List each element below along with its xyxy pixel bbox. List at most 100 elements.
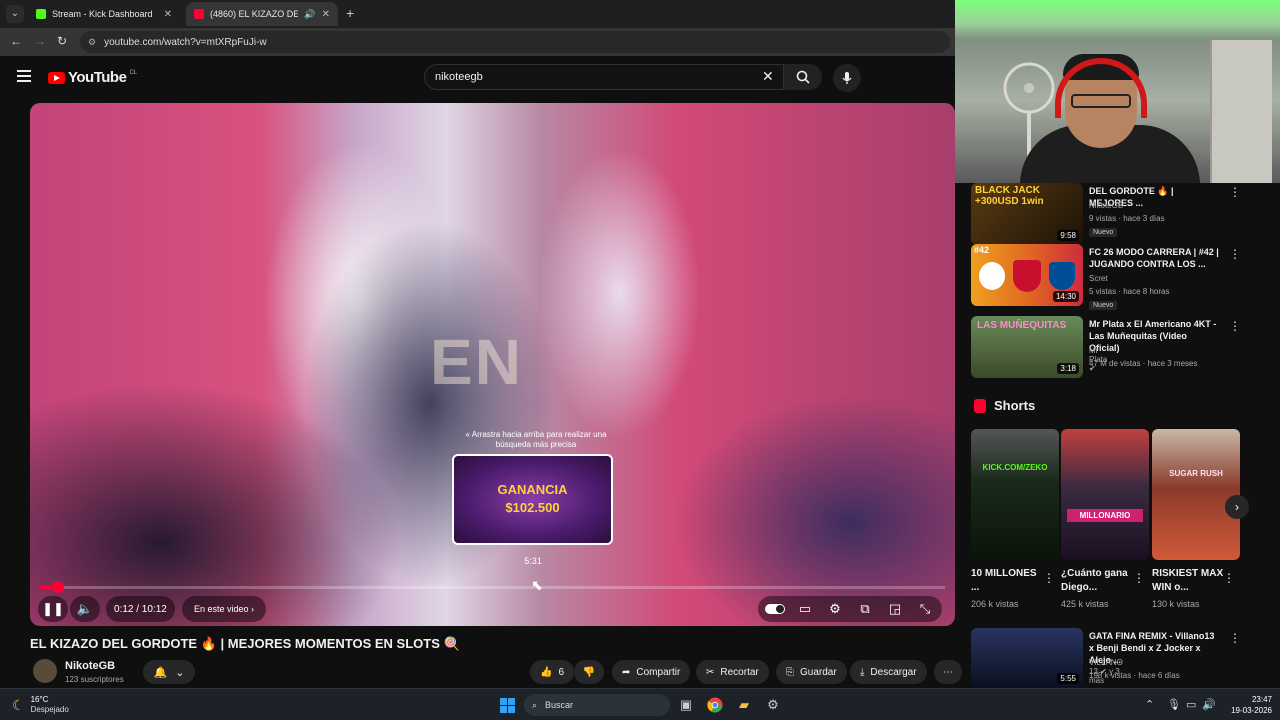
player-right-controls: ▭ ⚙ ⧉ ◲ ⤡	[758, 596, 942, 622]
mute-button[interactable]: 🔈	[70, 596, 100, 622]
video-thumbnail[interactable]: LAS MUÑEQUITAS 3:18	[971, 316, 1083, 378]
tab-youtube-video[interactable]: (4860) EL KIZAZO DEL GORDOTE 🔊 ✕	[186, 2, 338, 26]
more-vertical-icon[interactable]: ⋮	[1229, 631, 1241, 645]
more-vertical-icon[interactable]: ⋮	[1229, 185, 1241, 199]
close-icon[interactable]: ✕	[322, 9, 330, 20]
chevron-up-icon[interactable]: ⌃	[1145, 698, 1154, 711]
shorts-section-header: Shorts	[974, 398, 1035, 413]
tab-search-button[interactable]: ⌄	[6, 5, 24, 23]
seek-preview-thumbnail: GANANCIA $102.500	[452, 454, 613, 545]
chapters-button[interactable]: En este video ›	[182, 596, 267, 622]
search-button[interactable]	[784, 64, 822, 90]
like-button[interactable]: 👍 6	[530, 660, 575, 684]
dislike-button[interactable]: 👎	[574, 660, 604, 684]
settings-icon[interactable]: ⚙	[820, 601, 850, 617]
time-label: 0:12 / 10:12	[114, 603, 167, 615]
task-view-icon[interactable]: ▣	[676, 695, 696, 715]
thumbnail-text: BLACK JACK +300USD 1win	[975, 185, 1044, 207]
channel-avatar[interactable]	[33, 659, 57, 683]
video-duration: 5:55	[1057, 673, 1079, 684]
play-pause-button[interactable]: ❚❚	[38, 596, 68, 622]
video-title[interactable]: FC 26 MODO CARRERA | #42 | JUGANDO CONTR…	[1089, 246, 1219, 270]
search-input[interactable]: nikoteegb	[424, 64, 784, 90]
seek-preview-time: 5:31	[524, 556, 542, 566]
menu-icon[interactable]	[17, 70, 31, 82]
video-duration: 14:30	[1052, 291, 1079, 302]
progress-scrubber[interactable]	[52, 581, 65, 593]
more-horizontal-icon: ⋯	[943, 666, 953, 678]
short-title[interactable]: ¿Cuánto gana Diego...	[1061, 567, 1136, 595]
video-thumbnail[interactable]: #42 14:30	[971, 244, 1083, 306]
short-title[interactable]: RISKIEST MAX WIN o...	[1152, 567, 1227, 595]
site-info-icon[interactable]: ⚙	[88, 37, 96, 48]
back-icon[interactable]: ←	[10, 34, 22, 48]
youtube-play-icon	[48, 71, 65, 84]
short-thumbnail-text: MILLONARIO	[1067, 509, 1143, 522]
pause-icon: ❚❚	[42, 601, 64, 616]
cast-icon[interactable]: ◲	[880, 601, 910, 617]
short-title[interactable]: 10 MILLONES ...	[971, 567, 1046, 595]
short-thumbnail[interactable]: KICK.COM/ZEKO	[971, 429, 1059, 560]
video-title: EL KIZAZO DEL GORDOTE 🔥 | MEJORES MOMENT…	[30, 636, 460, 651]
video-meta: 198 k vistas · hace 6 días	[1089, 671, 1180, 680]
download-button[interactable]: ⤓ Descargar	[850, 660, 927, 684]
volume-icon[interactable]: 🔊	[1202, 698, 1216, 711]
video-thumbnail[interactable]: BLACK JACK +300USD 1win 9:58	[971, 183, 1083, 245]
seek-hint: « Arrastra hacia arriba para realizar un…	[465, 430, 607, 449]
progress-bar[interactable]	[40, 581, 945, 593]
voice-search-button[interactable]	[833, 64, 861, 92]
thumbs-down-icon: 👎	[582, 666, 596, 678]
youtube-logo[interactable]: YouTube CL	[48, 69, 137, 86]
channel-name[interactable]: NikoteGB	[1089, 201, 1123, 210]
clear-search-icon[interactable]: ✕	[762, 68, 774, 85]
new-tab-button[interactable]: +	[346, 5, 354, 21]
short-views: 425 k vistas	[1061, 599, 1109, 609]
microphone-icon	[842, 72, 852, 84]
short-thumbnail[interactable]: MILLONARIO	[1061, 429, 1149, 560]
autoplay-toggle[interactable]	[765, 604, 785, 614]
miniplayer-icon[interactable]: ⧉	[850, 601, 880, 617]
video-player[interactable]: EN « Arrastra hacia arriba para realizar…	[30, 103, 955, 626]
start-button[interactable]	[497, 695, 517, 715]
clip-button[interactable]: ✂ Recortar	[696, 660, 769, 684]
save-button[interactable]: ⎘ Guardar	[776, 660, 847, 684]
notifications-button[interactable]: 🔔 ⌄	[143, 660, 195, 684]
channel-name[interactable]: NikoteGB	[65, 660, 115, 672]
video-title[interactable]: Mr Plata x El Americano 4KT - Las Muñequ…	[1089, 318, 1219, 354]
app-icon[interactable]: ⚙	[763, 695, 783, 715]
speaker-icon[interactable]: 🔊	[304, 9, 315, 20]
system-clock[interactable]: 23:47 19-03-2026	[1226, 694, 1272, 716]
reload-icon[interactable]: ↻	[57, 34, 67, 48]
file-explorer-icon[interactable]: ▰	[734, 695, 754, 715]
more-actions-button[interactable]: ⋯	[934, 660, 962, 684]
more-vertical-icon[interactable]: ⋮	[1133, 571, 1145, 585]
download-icon: ⤓	[860, 666, 865, 678]
like-count: 6	[558, 666, 565, 678]
save-label: Guardar	[800, 666, 837, 678]
microphone-icon[interactable]: 🎙	[1167, 698, 1181, 711]
share-button[interactable]: ➦ Compartir	[612, 660, 691, 684]
more-vertical-icon[interactable]: ⋮	[1043, 571, 1055, 585]
video-thumbnail[interactable]: 5:55	[971, 628, 1083, 688]
fullscreen-exit-icon[interactable]: ⤡	[910, 601, 940, 617]
more-vertical-icon[interactable]: ⋮	[1229, 319, 1241, 333]
address-bar[interactable]: ⚙ youtube.com/watch?v=mtXRpFuJi-w	[80, 31, 950, 53]
close-icon[interactable]: ✕	[164, 9, 172, 20]
chrome-icon[interactable]	[705, 695, 725, 715]
shorts-next-button[interactable]: ›	[1225, 495, 1249, 519]
taskbar-search[interactable]: ⌕ Buscar	[524, 694, 670, 716]
club-crest-icon	[1013, 260, 1041, 292]
search-placeholder: Buscar	[545, 700, 574, 710]
more-vertical-icon[interactable]: ⋮	[1223, 571, 1235, 585]
display-icon[interactable]: ▭	[1186, 698, 1196, 711]
channel-name[interactable]: Scret	[1089, 274, 1108, 283]
forward-icon[interactable]: →	[34, 34, 46, 48]
bookmark-icon: ⎘	[786, 666, 794, 678]
search-icon: ⌕	[532, 699, 538, 710]
tab-kick-dashboard[interactable]: Stream - Kick Dashboard ✕	[28, 2, 180, 26]
more-vertical-icon[interactable]: ⋮	[1229, 247, 1241, 261]
short-thumbnail[interactable]: SUGAR RUSH	[1152, 429, 1240, 560]
preview-amount: $102.500	[505, 500, 560, 515]
weather-widget[interactable]: ☾ 16°C Despejado	[12, 695, 69, 715]
subtitles-icon[interactable]: ▭	[790, 601, 820, 617]
